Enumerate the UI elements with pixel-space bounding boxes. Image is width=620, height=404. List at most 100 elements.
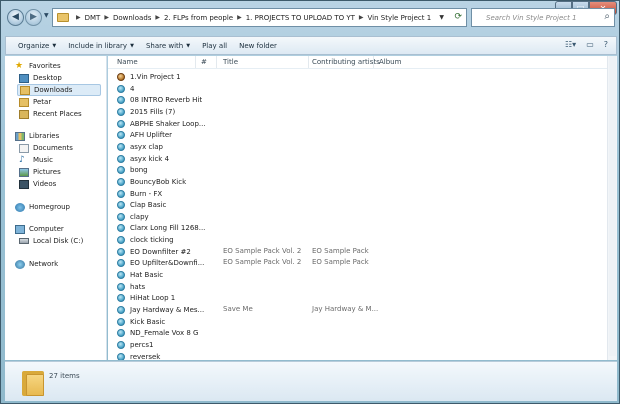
column-divider[interactable] [308, 56, 309, 68]
file-row[interactable]: Hat Basic [117, 269, 163, 280]
file-row[interactable]: asyx clap [117, 141, 163, 152]
recent-pages-dropdown[interactable]: ▼ [44, 12, 50, 22]
breadcrumb-flps[interactable]: 2. FLPs from people [164, 14, 233, 22]
pictures-icon [19, 167, 29, 177]
address-bar[interactable]: ▶ DMT ▶ Downloads ▶ 2. FLPs from people … [52, 8, 467, 27]
file-row[interactable]: Clarx Long Fill 1268... [117, 222, 205, 233]
nav-label: Recent Places [33, 110, 82, 118]
column-album[interactable]: Album [379, 58, 401, 66]
file-row[interactable]: AFH Uplifter [117, 129, 172, 140]
file-row[interactable]: Burn - FX [117, 188, 162, 199]
file-row[interactable]: 08 INTRO Reverb Hit [117, 94, 202, 105]
breadcrumb-chevron-icon[interactable]: ▶ [155, 14, 160, 21]
file-name: clapy [130, 212, 149, 221]
nav-label: Homegroup [29, 203, 71, 211]
back-button[interactable]: ◀ [7, 9, 24, 26]
vertical-scrollbar[interactable] [607, 56, 617, 360]
breadcrumb-projects[interactable]: 1. PROJECTS TO UPLOAD TO YT [246, 14, 355, 22]
file-row[interactable]: percs1 [117, 339, 153, 350]
file-name: asyx kick 4 [130, 154, 170, 163]
nav-petar[interactable]: Petar [19, 96, 51, 108]
nav-label: Documents [33, 144, 73, 152]
file-row[interactable]: clock ticking [117, 234, 174, 245]
nav-computer[interactable]: Computer [15, 223, 64, 235]
file-row[interactable]: 2015 Fills (7) [117, 106, 175, 117]
audio-file-icon [117, 165, 125, 174]
column-divider[interactable] [216, 56, 217, 68]
address-dropdown-icon[interactable]: ▼ [439, 14, 444, 21]
include-in-library-button[interactable]: Include in library ▼ [68, 42, 134, 50]
libraries-icon [15, 131, 25, 141]
play-all-button[interactable]: Play all [202, 42, 227, 50]
column-title[interactable]: Title [223, 58, 238, 66]
file-name: AFH Uplifter [130, 130, 173, 139]
nav-label: Network [29, 260, 59, 268]
file-row[interactable]: ABPHE Shaker Loop... [117, 118, 206, 129]
file-name: Hat Basic [130, 270, 164, 279]
file-row[interactable]: 4 [117, 83, 134, 94]
nav-desktop[interactable]: Desktop [19, 72, 62, 84]
nav-label: Petar [33, 98, 52, 106]
file-row[interactable]: 1.Vin Project 1 [117, 71, 181, 82]
breadcrumb-chevron-icon[interactable]: ▶ [76, 14, 81, 21]
share-with-button[interactable]: Share with ▼ [146, 42, 190, 50]
file-row[interactable]: Jay Hardway & Mes... [117, 304, 204, 315]
nav-label: Downloads [34, 86, 73, 94]
file-row[interactable]: bong [117, 164, 148, 175]
refresh-icon[interactable]: ⟳ [454, 12, 462, 22]
chevron-down-icon: ▼ [52, 42, 57, 49]
nav-documents[interactable]: Documents [19, 142, 73, 154]
downloads-folder-icon [20, 85, 30, 95]
scrollbar-thumb[interactable] [609, 56, 616, 356]
file-row[interactable]: Clap Basic [117, 199, 166, 210]
nav-favorites[interactable]: ★ Favorites [15, 60, 61, 72]
breadcrumb-chevron-icon[interactable]: ▶ [359, 14, 364, 21]
file-row[interactable]: asyx kick 4 [117, 153, 169, 164]
file-name: Burn - FX [130, 189, 163, 198]
file-row[interactable]: HiHat Loop 1 [117, 292, 175, 303]
breadcrumb-downloads[interactable]: Downloads [113, 14, 151, 22]
file-row[interactable]: Kick Basic [117, 316, 165, 327]
file-row[interactable]: clapy [117, 211, 149, 222]
file-row[interactable]: EO Downfilter #2 [117, 246, 191, 257]
file-row[interactable]: EO Upfilter&Downfi... [117, 257, 204, 268]
organize-button[interactable]: Organize ▼ [18, 42, 56, 50]
nav-local-disk[interactable]: Local Disk (C:) [19, 235, 83, 247]
file-row[interactable]: BouncyBob Kick [117, 176, 186, 187]
column-divider[interactable] [195, 56, 196, 68]
column-name[interactable]: Name [117, 58, 138, 66]
preview-pane-icon[interactable]: ▭ [586, 40, 594, 49]
audio-file-icon [117, 107, 125, 116]
breadcrumb-dmt[interactable]: DMT [85, 14, 101, 22]
help-icon[interactable]: ? [604, 40, 608, 49]
documents-icon [19, 143, 29, 153]
search-box[interactable]: Search Vin Style Project 1 ⌕ [471, 8, 615, 27]
play-label: Play all [202, 41, 228, 50]
nav-pictures[interactable]: Pictures [19, 166, 61, 178]
column-divider[interactable] [373, 56, 374, 68]
nav-downloads[interactable]: Downloads [17, 84, 101, 96]
column-contributing-artists[interactable]: Contributing artists [312, 58, 380, 66]
file-row[interactable]: reversek [117, 351, 160, 360]
forward-button[interactable]: ▶ [25, 9, 42, 26]
nav-recent-places[interactable]: Recent Places [19, 108, 82, 120]
breadcrumb-chevron-icon[interactable]: ▶ [104, 14, 109, 21]
nav-label: Computer [29, 225, 64, 233]
new-folder-button[interactable]: New folder [239, 42, 277, 50]
file-name: bong [130, 165, 148, 174]
breadcrumb-chevron-icon[interactable]: ▶ [237, 14, 242, 21]
nav-music[interactable]: ♪ Music [19, 154, 53, 166]
search-icon[interactable]: ⌕ [604, 11, 610, 22]
nav-network[interactable]: Network [15, 258, 58, 270]
nav-videos[interactable]: Videos [19, 178, 56, 190]
nav-libraries[interactable]: Libraries [15, 130, 59, 142]
nav-homegroup[interactable]: Homegroup [15, 201, 70, 213]
file-row[interactable]: hats [117, 281, 145, 292]
file-row[interactable]: ND_Female Vox 8 G [117, 327, 198, 338]
view-options-icon[interactable]: ☷▾ [565, 40, 576, 49]
breadcrumb-current[interactable]: Vin Style Project 1 [368, 14, 432, 22]
column-number[interactable]: # [201, 58, 207, 66]
file-name: Clap Basic [130, 200, 167, 209]
column-headers: Name # Title Contributing artists Album [108, 56, 617, 69]
audio-file-icon [117, 177, 125, 186]
